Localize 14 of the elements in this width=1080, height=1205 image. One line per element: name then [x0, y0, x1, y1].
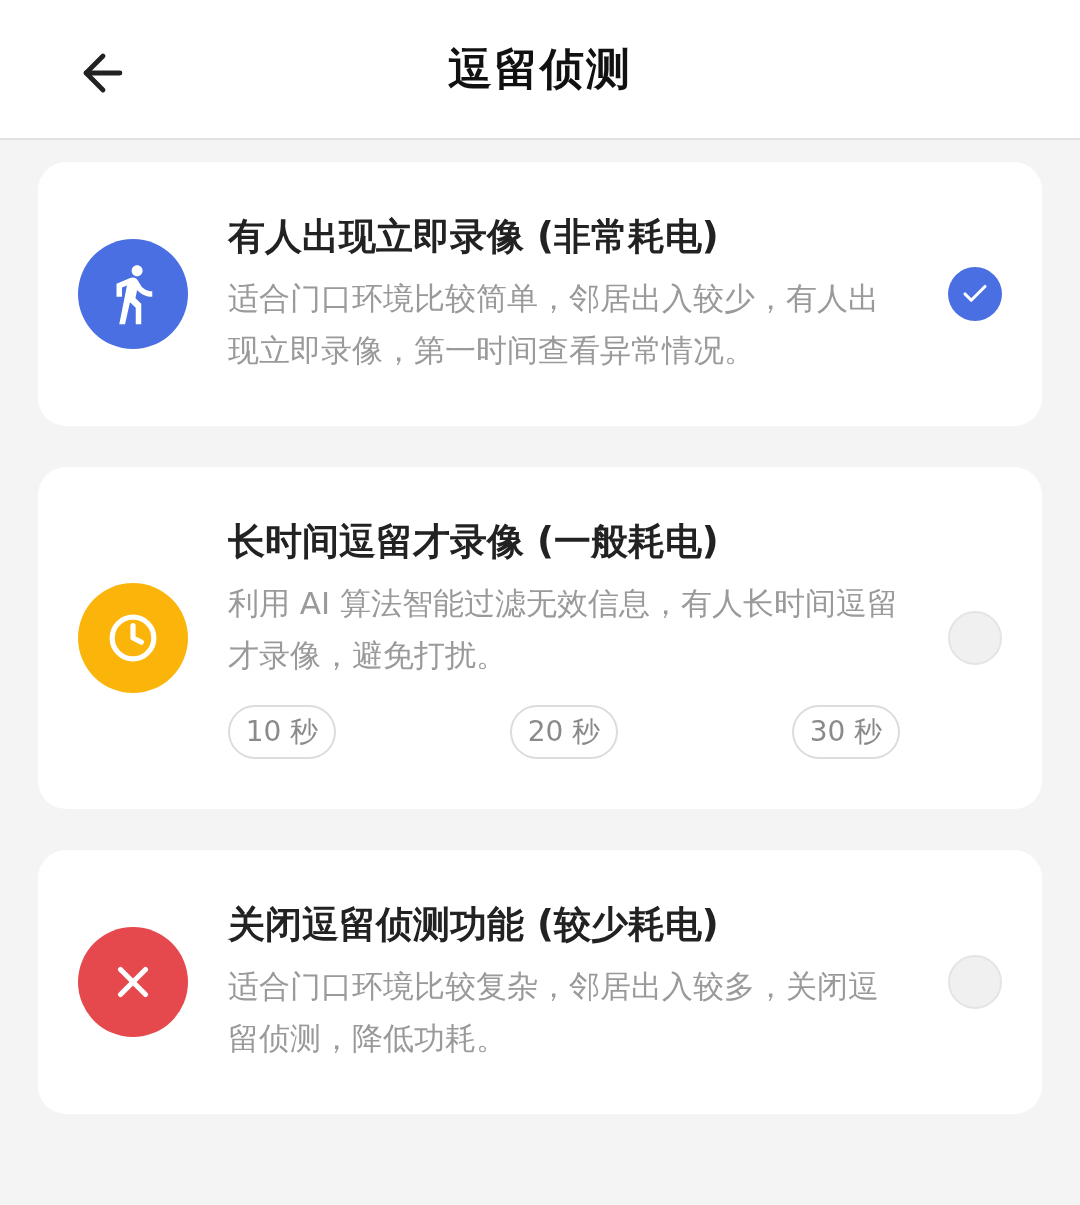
clock-icon — [108, 613, 158, 663]
option-card[interactable]: 长时间逗留才录像 (一般耗电) 利用 AI 算法智能过滤无效信息，有人长时间逗留才录像，避免打扰。 10 秒 20 秒 30 秒 — [38, 467, 1042, 809]
option-description: 利用 AI 算法智能过滤无效信息，有人长时间逗留才录像，避免打扰。 — [228, 584, 900, 675]
option-title: 有人出现立即录像 (非常耗电) — [228, 214, 720, 260]
option-title: 长时间逗留才录像 (一般耗电) — [228, 519, 720, 565]
radio-button[interactable] — [948, 955, 1002, 1009]
radio-button[interactable] — [948, 267, 1002, 321]
radio-button[interactable] — [948, 611, 1002, 665]
option-description: 适合门口环境比较简单，邻居出入较少，有人出现立即录像，第一时间查看异常情况。 — [228, 279, 880, 370]
option-card[interactable]: 关闭逗留侦测功能 (较少耗电) 适合门口环境比较复杂，邻居出入较多，关闭逗留侦测，降低功耗。 — [38, 850, 1042, 1114]
option-title: 关闭逗留侦测功能 (较少耗电) — [228, 902, 720, 948]
option-description: 适合门口环境比较复杂，邻居出入较多，关闭逗留侦测，降低功耗。 — [228, 967, 880, 1058]
page-title: 逗留侦测 — [448, 42, 632, 96]
option-card[interactable]: 有人出现立即录像 (非常耗电) 适合门口环境比较简单，邻居出入较少，有人出现立即录像，第一时间查看异常情况。 — [38, 162, 1042, 426]
